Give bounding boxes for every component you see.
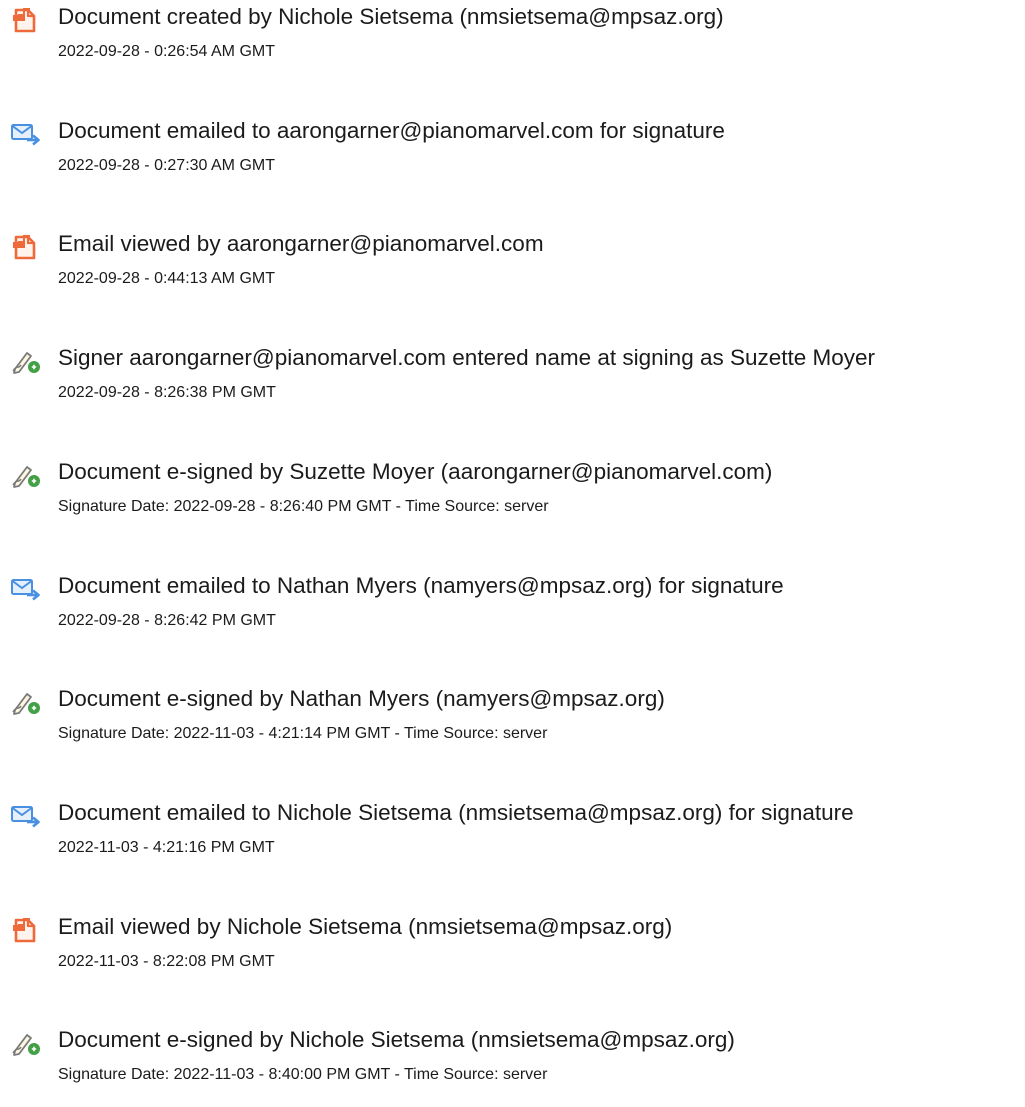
event-timestamp: 2022-09-28 - 0:27:30 AM GMT bbox=[58, 157, 275, 174]
document-viewed-icon bbox=[10, 916, 42, 944]
event-timestamp: 2022-11-03 - 4:21:16 PM GMT bbox=[58, 839, 275, 856]
signature-pen-icon bbox=[10, 461, 42, 489]
event-title: Document e-signed by Suzette Moyer (aaro… bbox=[58, 459, 773, 484]
event-timestamp: Signature Date: 2022-11-03 - 8:40:00 PM … bbox=[58, 1066, 548, 1083]
audit-event: Document created by Nichole Sietsema (nm… bbox=[0, 0, 1025, 80]
event-timestamp: 2022-09-28 - 8:26:42 PM GMT bbox=[58, 612, 276, 629]
event-title: Document emailed to Nichole Sietsema (nm… bbox=[58, 800, 854, 825]
document-created-icon bbox=[10, 6, 42, 34]
audit-event: Document emailed to Nathan Myers (namyer… bbox=[0, 569, 1025, 649]
event-timestamp: 2022-11-03 - 8:22:08 PM GMT bbox=[58, 953, 275, 970]
event-title: Email viewed by Nichole Sietsema (nmsiet… bbox=[58, 914, 673, 939]
event-timestamp: Signature Date: 2022-09-28 - 8:26:40 PM … bbox=[58, 498, 549, 515]
audit-event: Document e-signed by Nichole Sietsema (n… bbox=[0, 1023, 1025, 1103]
audit-event: Email viewed by Nichole Sietsema (nmsiet… bbox=[0, 910, 1025, 990]
event-title: Document created by Nichole Sietsema (nm… bbox=[58, 4, 724, 29]
event-timestamp: 2022-09-28 - 0:44:13 AM GMT bbox=[58, 270, 275, 287]
audit-event: Document emailed to Nichole Sietsema (nm… bbox=[0, 796, 1025, 876]
signature-pen-icon bbox=[10, 688, 42, 716]
event-title: Document emailed to aarongarner@pianomar… bbox=[58, 118, 725, 143]
signature-pen-icon bbox=[10, 1029, 42, 1057]
email-sent-icon bbox=[10, 575, 42, 603]
event-timestamp: 2022-09-28 - 8:26:38 PM GMT bbox=[58, 384, 276, 401]
audit-event: Document e-signed by Suzette Moyer (aaro… bbox=[0, 455, 1025, 535]
event-title: Document emailed to Nathan Myers (namyer… bbox=[58, 573, 784, 598]
audit-event: Signer aarongarner@pianomarvel.com enter… bbox=[0, 341, 1025, 421]
audit-event: Document e-signed by Nathan Myers (namye… bbox=[0, 682, 1025, 762]
signature-pen-icon bbox=[10, 347, 42, 375]
event-timestamp: Signature Date: 2022-11-03 - 4:21:14 PM … bbox=[58, 725, 548, 742]
event-title: Email viewed by aarongarner@pianomarvel.… bbox=[58, 231, 544, 256]
document-viewed-icon bbox=[10, 233, 42, 261]
email-sent-icon bbox=[10, 120, 42, 148]
event-title: Document e-signed by Nathan Myers (namye… bbox=[58, 686, 665, 711]
event-title: Document e-signed by Nichole Sietsema (n… bbox=[58, 1027, 735, 1052]
audit-event: Email viewed by aarongarner@pianomarvel.… bbox=[0, 227, 1025, 307]
event-title: Signer aarongarner@pianomarvel.com enter… bbox=[58, 345, 876, 370]
email-sent-icon bbox=[10, 802, 42, 830]
audit-event: Document emailed to aarongarner@pianomar… bbox=[0, 114, 1025, 194]
event-timestamp: 2022-09-28 - 0:26:54 AM GMT bbox=[58, 43, 275, 60]
